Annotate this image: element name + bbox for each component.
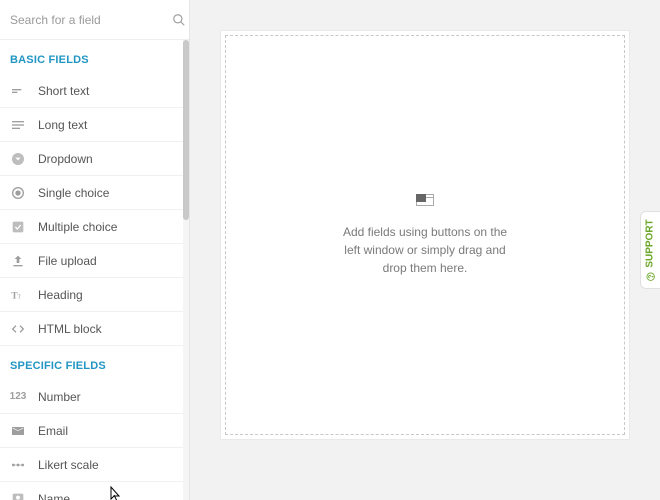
likert-scale-icon xyxy=(10,457,26,473)
multiple-choice-icon xyxy=(10,219,26,235)
search-row xyxy=(0,0,189,40)
scrollbar-track[interactable] xyxy=(183,40,189,500)
name-icon xyxy=(10,491,26,500)
field-html-block[interactable]: HTML block xyxy=(0,312,189,346)
file-upload-icon xyxy=(10,253,26,269)
number-icon: 123 xyxy=(10,389,26,405)
short-text-icon xyxy=(10,83,26,99)
svg-text:T: T xyxy=(17,294,21,300)
support-tab[interactable]: SUPPORT xyxy=(640,211,660,289)
field-single-choice[interactable]: Single choice xyxy=(0,176,189,210)
field-name[interactable]: Name xyxy=(0,482,189,500)
support-icon xyxy=(646,271,656,281)
field-label: Number xyxy=(38,390,81,404)
field-short-text[interactable]: Short text xyxy=(0,74,189,108)
field-label: File upload xyxy=(38,254,97,268)
scrollbar-thumb[interactable] xyxy=(183,40,189,220)
sidebar-scroll: BASIC FIELDS Short text Long text Dropdo… xyxy=(0,40,189,500)
group-label-basic: BASIC FIELDS xyxy=(0,40,189,74)
dropzone-hint: Add fields using buttons on the left win… xyxy=(335,223,515,277)
field-multiple-choice[interactable]: Multiple choice xyxy=(0,210,189,244)
field-label: Email xyxy=(38,424,68,438)
field-file-upload[interactable]: File upload xyxy=(0,244,189,278)
heading-icon: TT xyxy=(10,287,26,303)
field-label: Single choice xyxy=(38,186,109,200)
drag-handle-icon xyxy=(416,194,434,213)
field-label: Dropdown xyxy=(38,152,93,166)
field-long-text[interactable]: Long text xyxy=(0,108,189,142)
group-label-specific: SPECIFIC FIELDS xyxy=(0,346,189,380)
search-icon[interactable] xyxy=(171,12,187,28)
field-dropdown[interactable]: Dropdown xyxy=(0,142,189,176)
field-label: HTML block xyxy=(38,322,102,336)
canvas-card: Add fields using buttons on the left win… xyxy=(220,30,630,440)
support-label: SUPPORT xyxy=(645,219,656,267)
field-label: Name xyxy=(38,492,70,500)
field-label: Multiple choice xyxy=(38,220,117,234)
dropzone[interactable]: Add fields using buttons on the left win… xyxy=(225,35,625,435)
long-text-icon xyxy=(10,117,26,133)
search-input[interactable] xyxy=(10,13,165,27)
field-label: Likert scale xyxy=(38,458,99,472)
email-icon xyxy=(10,423,26,439)
field-sidebar: BASIC FIELDS Short text Long text Dropdo… xyxy=(0,0,190,500)
canvas-area: Add fields using buttons on the left win… xyxy=(190,0,660,500)
field-label: Short text xyxy=(38,84,89,98)
html-block-icon xyxy=(10,321,26,337)
single-choice-icon xyxy=(10,185,26,201)
field-likert-scale[interactable]: Likert scale xyxy=(0,448,189,482)
field-label: Heading xyxy=(38,288,83,302)
field-heading[interactable]: TT Heading xyxy=(0,278,189,312)
dropdown-icon xyxy=(10,151,26,167)
field-label: Long text xyxy=(38,118,87,132)
field-number[interactable]: 123 Number xyxy=(0,380,189,414)
field-email[interactable]: Email xyxy=(0,414,189,448)
